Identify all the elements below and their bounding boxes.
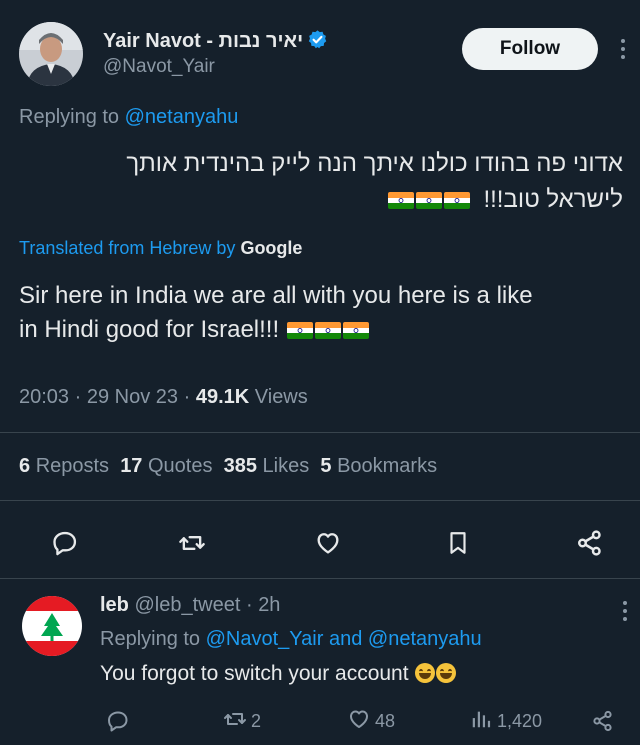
verified-badge-icon — [307, 29, 328, 56]
replying-to-link[interactable]: @netanyahu — [125, 106, 239, 128]
likes-count: 385 — [223, 455, 257, 477]
hebrew-line-2: לישראל טוב!!! — [483, 186, 623, 213]
repost-icon[interactable] — [175, 526, 209, 560]
quotes-stat[interactable]: 17 Quotes — [120, 455, 212, 477]
india-flag-icon — [387, 192, 414, 209]
follow-button[interactable]: Follow — [462, 28, 598, 70]
translated-prefix[interactable]: Translated from Hebrew by — [19, 238, 235, 258]
reply-views-button[interactable]: 1,420 — [470, 707, 542, 735]
reply-more-options-icon[interactable] — [622, 601, 628, 625]
tweet-original-text: אדוני פה בהודו כולנו איתך הנה לייק בהינד… — [19, 146, 623, 218]
bookmarks-count: 5 — [320, 455, 332, 477]
google-logo: Google — [240, 238, 303, 258]
grinning-emoji-icon — [415, 663, 436, 683]
translation-line-2: in Hindi good for Israel!!! — [19, 316, 280, 343]
reply-time[interactable]: 2h — [258, 594, 280, 616]
translation-line-2-row: in Hindi good for Israel!!! — [19, 313, 631, 347]
reply-text-row: You forgot to switch your account — [100, 662, 457, 686]
reply-like-button[interactable]: 48 — [346, 707, 395, 735]
india-flag-icon — [314, 322, 341, 339]
views-count: 49.1K — [195, 386, 250, 408]
tweet-meta: 20:03 · 29 Nov 23 · 49.1K Views — [19, 386, 308, 409]
india-flag-icon — [286, 322, 313, 339]
bookmarks-stat[interactable]: 5 Bookmarks — [320, 455, 437, 477]
reposts-stat[interactable]: 6 Reposts — [19, 455, 109, 477]
reply-repost-count: 2 — [251, 710, 262, 731]
meta-separator: · — [74, 386, 82, 408]
tweet-translation-text: Sir here in India we are all with you he… — [19, 279, 631, 347]
reply-icon[interactable] — [48, 526, 82, 560]
reply-like-count: 48 — [375, 710, 396, 731]
india-flag-icon — [443, 192, 470, 209]
reply-views-count: 1,420 — [497, 710, 543, 731]
tweet-stats: 6 Reposts 17 Quotes 385 Likes 5 Bookmark… — [19, 455, 437, 478]
reply-replying-to-line: Replying to @Navot_Yair and @netanyahu — [100, 628, 482, 651]
divider — [0, 500, 640, 501]
reply-reply-icon[interactable] — [104, 707, 132, 735]
tweet-date[interactable]: 29 Nov 23 — [87, 386, 178, 408]
replying-to-line: Replying to @netanyahu — [19, 106, 238, 129]
bookmark-icon[interactable] — [441, 526, 475, 560]
reply-share-icon[interactable] — [589, 707, 617, 735]
reply-mention-2[interactable]: @netanyahu — [368, 628, 482, 650]
bookmarks-label: Bookmarks — [337, 455, 438, 477]
author-name-row[interactable]: Yair Navot - יאיר נבות — [103, 29, 328, 56]
divider — [0, 432, 640, 433]
divider — [0, 578, 640, 579]
reply-mention-1[interactable]: @Navot_Yair — [206, 628, 324, 650]
translation-line-1: Sir here in India we are all with you he… — [19, 282, 533, 309]
translation-attribution[interactable]: Translated from Hebrew by Google — [19, 238, 302, 259]
share-icon[interactable] — [573, 526, 607, 560]
grinning-emoji-icon — [436, 663, 457, 683]
views-icon — [470, 708, 492, 735]
hebrew-line-2-row: לישראל טוב!!! — [19, 182, 623, 218]
likes-label: Likes — [262, 455, 310, 477]
reply-replying-prefix: Replying to — [100, 628, 201, 650]
replying-prefix: Replying to — [19, 106, 120, 128]
quotes-label: Quotes — [148, 455, 213, 477]
reply-repost-button[interactable]: 2 — [222, 707, 261, 735]
tweet-time[interactable]: 20:03 — [19, 386, 69, 408]
reply-repost-icon — [222, 707, 248, 736]
hebrew-line-1: אדוני פה בהודו כולנו איתך הנה לייק בהינד… — [126, 150, 623, 177]
reply-author-handle[interactable]: @leb_tweet — [134, 594, 240, 616]
reply-text: You forgot to switch your account — [100, 662, 409, 685]
reply-and: and — [328, 628, 363, 650]
reposts-label: Reposts — [35, 455, 110, 477]
reply-header: leb @leb_tweet · 2h — [100, 594, 280, 617]
reply-like-icon — [346, 707, 372, 736]
lebanon-flag-avatar[interactable] — [22, 596, 82, 656]
views-label: Views — [254, 386, 308, 408]
india-flag-icon — [415, 192, 442, 209]
author-avatar-image — [19, 22, 83, 86]
likes-stat[interactable]: 385 Likes — [224, 455, 310, 477]
reply-separator: · — [245, 594, 253, 616]
reposts-count: 6 — [19, 455, 31, 477]
quotes-count: 17 — [120, 455, 143, 477]
lebanon-flag-image — [22, 596, 82, 656]
author-name[interactable]: Yair Navot - יאיר נבות — [103, 30, 303, 52]
author-avatar[interactable] — [19, 22, 83, 86]
like-icon[interactable] — [311, 526, 345, 560]
reply-author-name[interactable]: leb — [100, 594, 129, 616]
author-handle[interactable]: @Navot_Yair — [103, 56, 215, 78]
india-flag-icon — [342, 322, 369, 339]
meta-separator: · — [183, 386, 191, 408]
more-options-icon[interactable] — [620, 39, 626, 63]
